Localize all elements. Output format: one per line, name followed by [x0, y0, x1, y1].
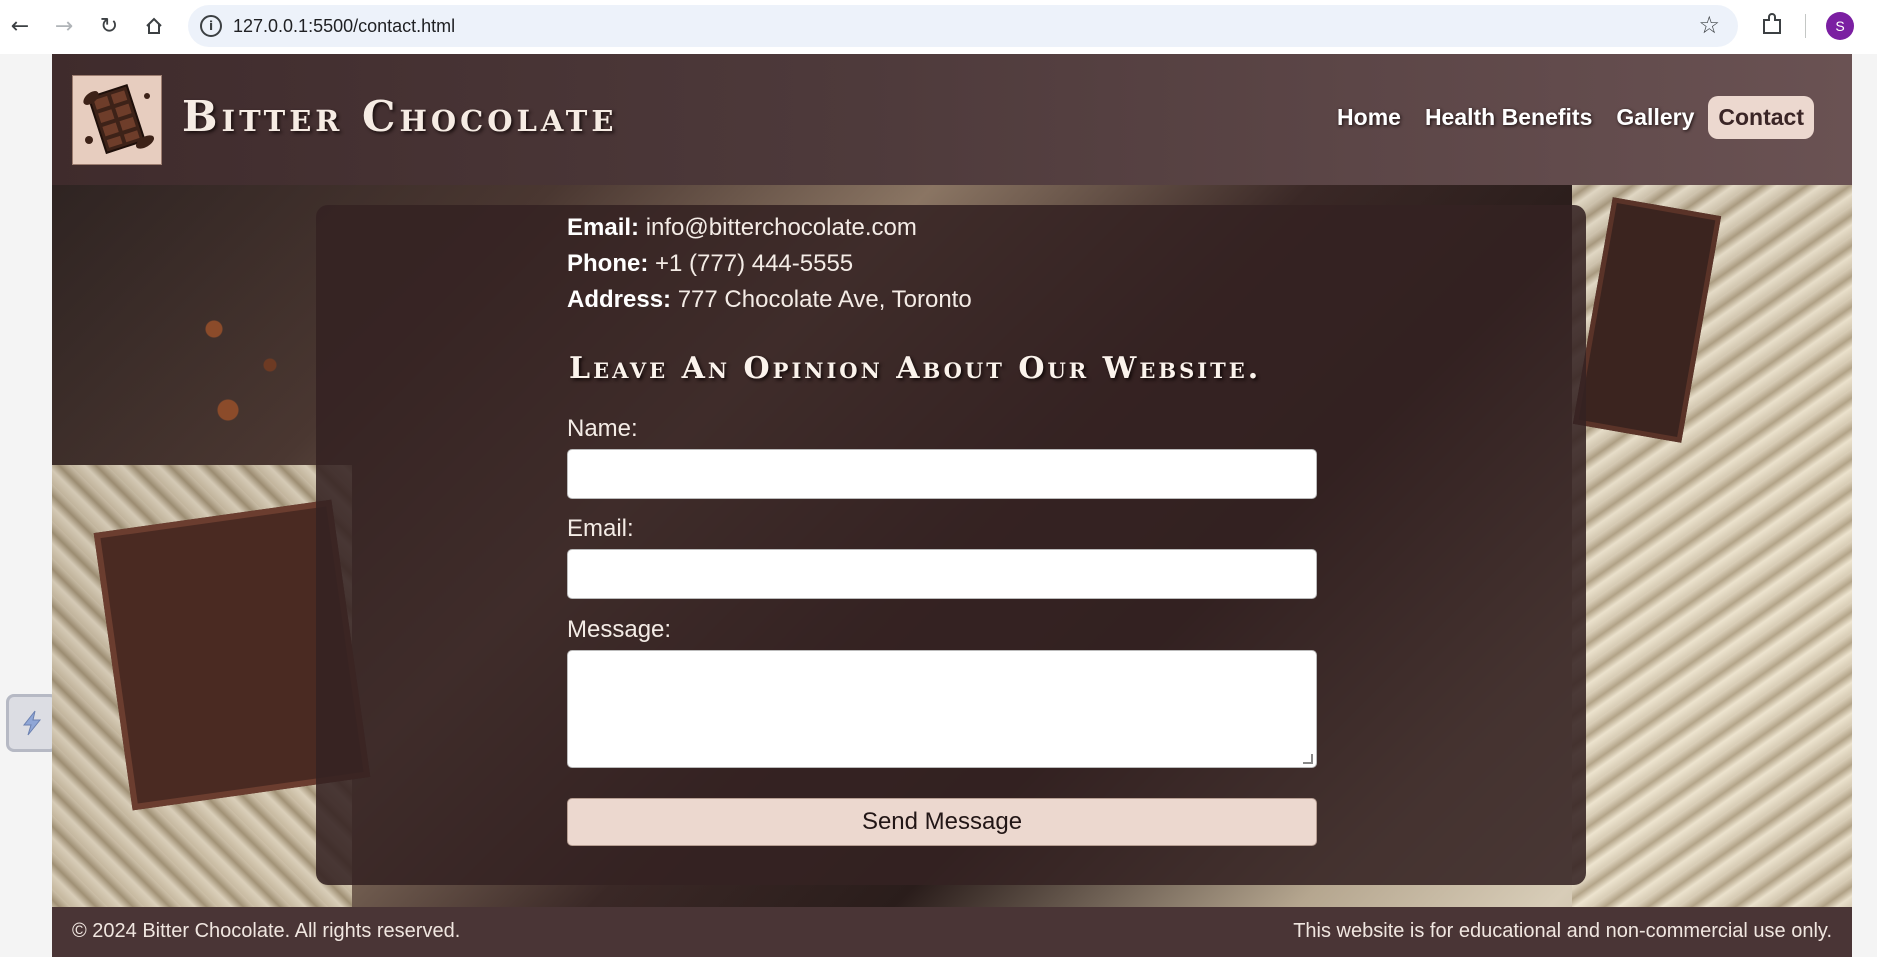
contact-address-value: 777 Chocolate Ave, Toronto	[671, 286, 972, 313]
web-page: Bitter Chocolate Home Health Benefits Ga…	[52, 54, 1852, 957]
site-logo[interactable]	[72, 75, 162, 165]
message-label: Message:	[567, 616, 672, 643]
address-bar[interactable]: i 127.0.0.1:5500/contact.html ☆	[188, 5, 1738, 47]
site-title[interactable]: Bitter Chocolate	[182, 92, 617, 141]
chocolate-bar-logo-icon	[83, 84, 155, 155]
message-textarea[interactable]	[567, 650, 1317, 768]
forward-button[interactable]: →	[48, 10, 80, 42]
home-button[interactable]	[138, 10, 170, 42]
back-button[interactable]: ←	[4, 10, 36, 42]
contact-email-value[interactable]: info@bitterchocolate.com	[639, 214, 917, 241]
footer-disclaimer: This website is for educational and non-…	[1293, 920, 1832, 942]
contact-panel: Email: info@bitterchocolate.com Phone: +…	[316, 205, 1586, 885]
side-widget-button[interactable]	[6, 694, 58, 752]
arrow-right-icon: →	[54, 13, 74, 39]
contact-phone-line: Phone: +1 (777) 444-5555	[567, 246, 972, 282]
contact-info: Email: info@bitterchocolate.com Phone: +…	[567, 210, 972, 318]
url-text[interactable]: 127.0.0.1:5500/contact.html	[233, 16, 455, 37]
bookmark-star-icon[interactable]: ☆	[1698, 11, 1720, 39]
browser-toolbar: ← → ↻ i 127.0.0.1:5500/contact.html ☆ S	[0, 0, 1877, 54]
extensions-icon[interactable]	[1759, 12, 1785, 38]
nav-home[interactable]: Home	[1327, 96, 1411, 139]
page-viewport: Bitter Chocolate Home Health Benefits Ga…	[0, 54, 1877, 957]
reload-icon: ↻	[99, 13, 119, 39]
site-header: Bitter Chocolate Home Health Benefits Ga…	[52, 54, 1852, 185]
email-input[interactable]	[567, 549, 1317, 599]
resize-grip-icon[interactable]	[1303, 754, 1313, 764]
site-footer: © 2024 Bitter Chocolate. All rights rese…	[52, 907, 1852, 957]
reload-button[interactable]: ↻	[93, 10, 125, 42]
home-icon	[146, 17, 162, 34]
name-input[interactable]	[567, 449, 1317, 499]
form-title: Leave An Opinion About Our Website.	[569, 351, 1262, 386]
bolt-icon	[22, 710, 42, 736]
background-chocolate-crumbs	[172, 275, 312, 455]
name-label: Name:	[567, 415, 638, 442]
contact-email-label: Email:	[567, 214, 640, 241]
arrow-left-icon: ←	[10, 13, 30, 39]
nav-gallery[interactable]: Gallery	[1606, 96, 1704, 139]
site-info-icon[interactable]: i	[200, 15, 222, 37]
footer-copyright: © 2024 Bitter Chocolate. All rights rese…	[72, 920, 461, 942]
send-message-button[interactable]: Send Message	[567, 798, 1317, 846]
toolbar-divider	[1805, 14, 1806, 38]
contact-phone-label: Phone:	[567, 250, 649, 277]
email-label: Email:	[567, 515, 634, 542]
contact-address-label: Address:	[567, 286, 672, 313]
nav-contact[interactable]: Contact	[1708, 96, 1814, 139]
nav-health-benefits[interactable]: Health Benefits	[1415, 96, 1602, 139]
contact-address-line: Address: 777 Chocolate Ave, Toronto	[567, 282, 972, 318]
profile-avatar[interactable]: S	[1826, 12, 1854, 40]
contact-phone-value: +1 (777) 444-5555	[648, 250, 854, 277]
contact-email-line: Email: info@bitterchocolate.com	[567, 210, 972, 246]
contact-section: Email: info@bitterchocolate.com Phone: +…	[52, 185, 1852, 907]
main-navigation: Home Health Benefits Gallery Contact	[1327, 96, 1814, 139]
